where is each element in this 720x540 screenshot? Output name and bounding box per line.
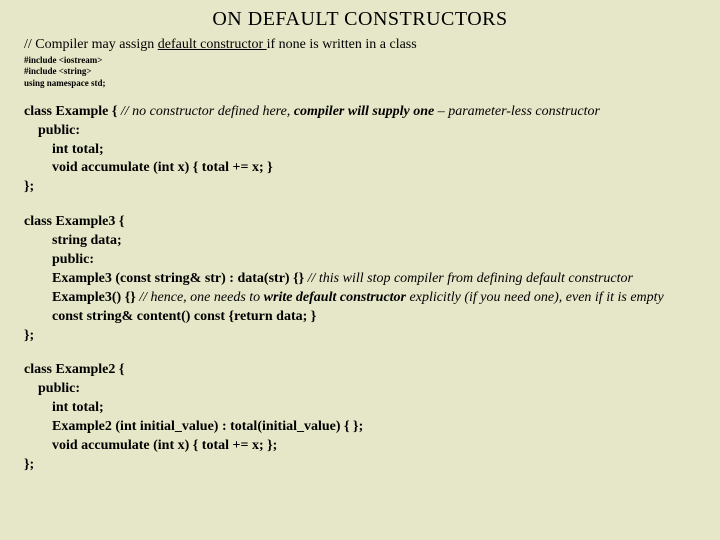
slide: ON DEFAULT CONSTRUCTORS // Compiler may … [0, 0, 720, 501]
ex2-total: int total; [24, 399, 696, 418]
ex3-head: class Example3 { [24, 213, 696, 232]
ex3-ctor1: Example3 (const string& str) : data(str)… [24, 270, 696, 289]
example3-block: class Example3 { string data; public: Ex… [24, 213, 696, 345]
ex1-head-comment-b: compiler will supply one [294, 104, 434, 119]
ex3-ctor2: Example3() {} // hence, one needs to wri… [24, 289, 696, 308]
intro-prefix: // Compiler may assign [24, 37, 158, 52]
ex3-ctor2-cb: write default constructor [264, 290, 406, 305]
ex1-head-code: class Example { [24, 104, 121, 119]
slide-title: ON DEFAULT CONSTRUCTORS [24, 8, 696, 31]
ex3-close: }; [24, 327, 696, 346]
intro-line: // Compiler may assign default construct… [24, 37, 696, 53]
ex3-ctor2-c1: // hence, one needs to [136, 290, 264, 305]
ex2-close: }; [24, 456, 696, 475]
ex2-head: class Example2 { [24, 361, 696, 380]
ex3-public: public: [24, 251, 696, 270]
ex3-content: const string& content() const {return da… [24, 308, 696, 327]
ex3-ctor2-c2: explicitly (if you need one), even if it… [406, 290, 664, 305]
ex1-total: int total; [24, 141, 696, 160]
include-3: using namespace std; [24, 78, 696, 89]
ex1-head-comment-tail: – parameter-less constructor [434, 104, 600, 119]
ex3-data: string data; [24, 232, 696, 251]
ex1-close: }; [24, 178, 696, 197]
ex1-public: public: [24, 122, 696, 141]
ex3-ctor1-code: Example3 (const string& str) : data(str)… [52, 271, 304, 286]
include-2: #include <string> [24, 66, 696, 77]
intro-suffix: if none is written in a class [267, 37, 417, 52]
ex1-head-comment: // no constructor defined here, [121, 104, 294, 119]
ex2-acc: void accumulate (int x) { total += x; }; [24, 437, 696, 456]
include-1: #include <iostream> [24, 55, 696, 66]
ex2-ctor: Example2 (int initial_value) : total(ini… [24, 418, 696, 437]
ex3-ctor1-comment: // this will stop compiler from defining… [304, 271, 633, 286]
ex2-public: public: [24, 380, 696, 399]
ex1-acc: void accumulate (int x) { total += x; } [24, 159, 696, 178]
intro-underline: default constructor [158, 37, 267, 52]
example2-block: class Example2 { public: int total; Exam… [24, 361, 696, 474]
include-lines: #include <iostream> #include <string> us… [24, 55, 696, 89]
example1-block: class Example { // no constructor define… [24, 103, 696, 197]
ex3-ctor2-code: Example3() {} [52, 290, 136, 305]
ex1-head: class Example { // no constructor define… [24, 103, 696, 122]
